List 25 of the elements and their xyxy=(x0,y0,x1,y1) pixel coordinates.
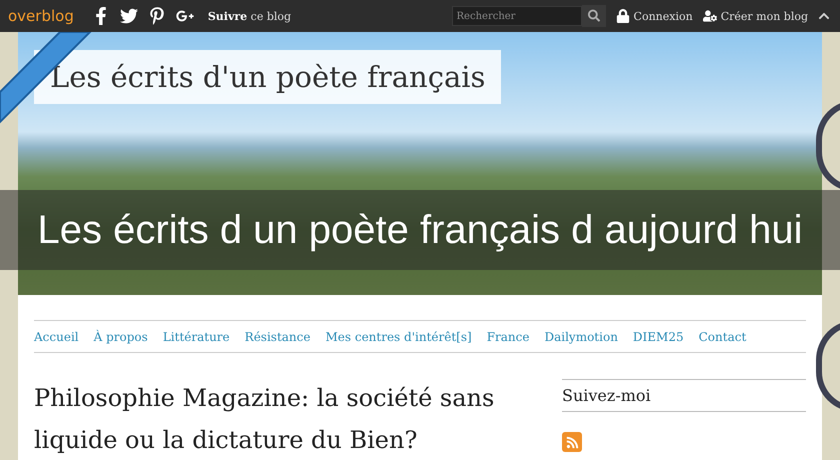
pinterest-icon[interactable] xyxy=(148,7,166,25)
nav-link[interactable]: Littérature xyxy=(162,330,230,344)
nav-link[interactable]: DIEM25 xyxy=(632,330,684,344)
follow-link[interactable]: Suivre ce blog xyxy=(208,10,292,22)
nav-link[interactable]: Contact xyxy=(698,330,746,344)
nav-link[interactable]: Accueil xyxy=(34,330,79,344)
blog-title[interactable]: Les écrits d'un poète français xyxy=(34,50,502,104)
lock-icon xyxy=(616,9,630,23)
twitter-icon[interactable] xyxy=(120,7,138,25)
nav-link[interactable]: Mes centres d'intérêt[s] xyxy=(325,330,472,344)
user-gear-icon xyxy=(702,9,717,23)
nav-link[interactable]: France xyxy=(486,330,530,344)
create-blog-link[interactable]: Créer mon blog xyxy=(702,9,808,23)
search-icon xyxy=(588,9,600,23)
chevron-up-icon[interactable] xyxy=(818,10,830,22)
nav-link[interactable]: À propos xyxy=(94,330,148,344)
sidebar-heading: Suivez-moi xyxy=(562,379,806,412)
overblog-logo[interactable]: overblog xyxy=(8,7,74,25)
login-link[interactable]: Connexion xyxy=(616,9,693,23)
caption-title: Les écrits d un poète français d aujourd hui xyxy=(38,208,802,252)
nav-link[interactable]: Résistance xyxy=(244,330,310,344)
search-field[interactable]: Rechercher xyxy=(452,6,582,26)
article-title: Philosophie Magazine: la société sans liquide ou la dictature du Bien? xyxy=(34,383,496,456)
search-button[interactable] xyxy=(582,5,606,27)
nav-link[interactable]: Dailymotion xyxy=(544,330,618,344)
